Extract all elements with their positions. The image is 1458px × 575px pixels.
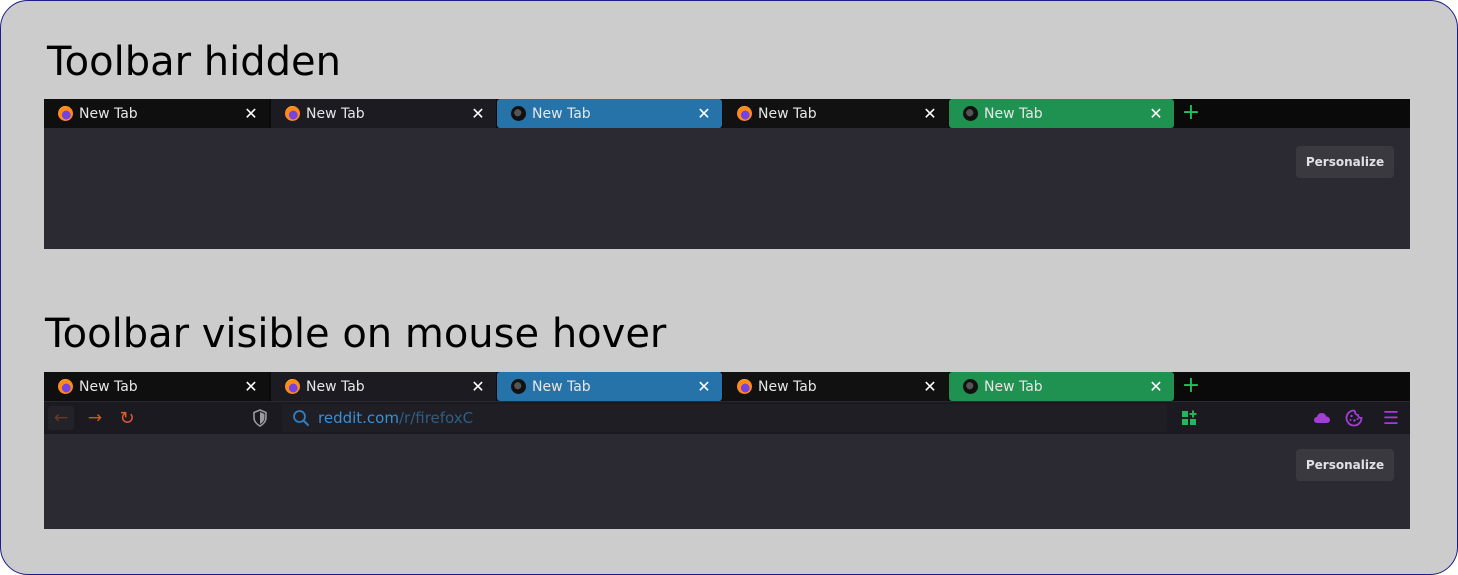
new-tab-button[interactable]: + bbox=[1181, 374, 1201, 398]
close-icon[interactable]: ✕ bbox=[243, 377, 259, 396]
private-browsing-icon bbox=[511, 379, 526, 394]
firefox-icon bbox=[58, 106, 73, 121]
firefox-icon bbox=[737, 106, 752, 121]
tab-label: New Tab bbox=[758, 378, 817, 395]
extensions-grid-icon[interactable] bbox=[1179, 408, 1199, 428]
close-icon[interactable]: ✕ bbox=[696, 104, 712, 123]
close-icon[interactable]: ✕ bbox=[470, 104, 486, 123]
tab-label: New Tab bbox=[984, 105, 1043, 122]
cookie-icon[interactable] bbox=[1344, 408, 1364, 428]
section-heading-toolbar-hidden: Toolbar hidden bbox=[47, 39, 341, 85]
cloud-icon[interactable] bbox=[1312, 408, 1332, 428]
personalize-button[interactable]: Personalize bbox=[1296, 146, 1394, 178]
tab-strip: New Tab ✕ New Tab ✕ New Tab ✕ New Tab ✕ … bbox=[44, 372, 1410, 401]
forward-button[interactable]: → bbox=[82, 406, 108, 430]
close-icon[interactable]: ✕ bbox=[922, 377, 938, 396]
tab-label: New Tab bbox=[306, 378, 365, 395]
tab-label: New Tab bbox=[79, 378, 138, 395]
tab-label: New Tab bbox=[306, 105, 365, 122]
section-heading-toolbar-visible: Toolbar visible on mouse hover bbox=[45, 311, 667, 357]
tab-2[interactable]: New Tab ✕ bbox=[271, 372, 496, 401]
tab-1[interactable]: New Tab ✕ bbox=[44, 99, 269, 128]
tab-label: New Tab bbox=[79, 105, 138, 122]
tab-label: New Tab bbox=[984, 378, 1043, 395]
close-icon[interactable]: ✕ bbox=[1148, 377, 1164, 396]
private-browsing-icon bbox=[963, 106, 978, 121]
firefox-icon bbox=[737, 379, 752, 394]
url-bar[interactable]: reddit.com/r/firefoxC bbox=[282, 404, 1167, 432]
tab-5[interactable]: New Tab ✕ bbox=[949, 372, 1174, 401]
search-icon bbox=[292, 409, 310, 427]
tab-4[interactable]: New Tab ✕ bbox=[723, 99, 948, 128]
personalize-button[interactable]: Personalize bbox=[1296, 449, 1394, 481]
tab-label: New Tab bbox=[532, 105, 591, 122]
tab-label: New Tab bbox=[758, 105, 817, 122]
tracking-protection-shield-icon[interactable] bbox=[248, 406, 272, 430]
firefox-icon bbox=[285, 379, 300, 394]
tab-1[interactable]: New Tab ✕ bbox=[44, 372, 269, 401]
close-icon[interactable]: ✕ bbox=[1148, 104, 1164, 123]
tab-strip: New Tab ✕ New Tab ✕ New Tab ✕ New Tab ✕ … bbox=[44, 99, 1410, 128]
private-browsing-icon bbox=[511, 106, 526, 121]
close-icon[interactable]: ✕ bbox=[243, 104, 259, 123]
url-path: /r/firefoxC bbox=[398, 409, 474, 427]
new-tab-button[interactable]: + bbox=[1181, 101, 1201, 125]
close-icon[interactable]: ✕ bbox=[922, 104, 938, 123]
tab-2[interactable]: New Tab ✕ bbox=[271, 99, 496, 128]
hamburger-menu-icon[interactable]: ☰ bbox=[1381, 408, 1401, 429]
firefox-icon bbox=[285, 106, 300, 121]
close-icon[interactable]: ✕ bbox=[470, 377, 486, 396]
reload-button[interactable]: ↻ bbox=[114, 406, 140, 430]
illustration-frame: Toolbar hidden New Tab ✕ New Tab ✕ New T… bbox=[0, 0, 1458, 575]
back-button[interactable]: ← bbox=[48, 406, 74, 430]
tab-5[interactable]: New Tab ✕ bbox=[949, 99, 1174, 128]
browser-window-toolbar-hidden: New Tab ✕ New Tab ✕ New Tab ✕ New Tab ✕ … bbox=[44, 99, 1410, 249]
tab-3[interactable]: New Tab ✕ bbox=[497, 372, 722, 401]
close-icon[interactable]: ✕ bbox=[696, 377, 712, 396]
firefox-icon bbox=[58, 379, 73, 394]
browser-window-toolbar-visible: New Tab ✕ New Tab ✕ New Tab ✕ New Tab ✕ … bbox=[44, 372, 1410, 529]
tab-label: New Tab bbox=[532, 378, 591, 395]
tab-4[interactable]: New Tab ✕ bbox=[723, 372, 948, 401]
navigation-toolbar: ← → ↻ reddit.com/r/firefoxC ☰ bbox=[44, 401, 1410, 434]
private-browsing-icon bbox=[963, 379, 978, 394]
url-domain: reddit.com bbox=[318, 409, 399, 427]
tab-3[interactable]: New Tab ✕ bbox=[497, 99, 722, 128]
